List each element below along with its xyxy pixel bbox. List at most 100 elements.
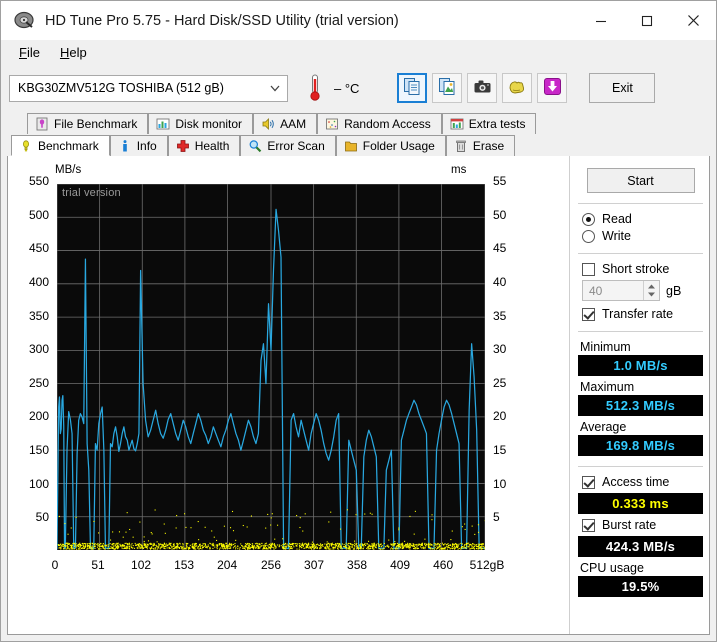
minimum-label: Minimum [580, 340, 631, 354]
x-tick-9: 460 [433, 558, 454, 572]
x-tick-4: 204 [217, 558, 238, 572]
burst-rate-value-box: 424.3 MB/s [578, 536, 703, 557]
y-tick-200: 200 [28, 409, 49, 424]
copy-image-button[interactable] [432, 73, 463, 103]
exit-button[interactable]: Exit [589, 73, 656, 103]
hdtune-window: HD Tune Pro 5.75 - Hard Disk/SSD Utility… [0, 0, 717, 642]
radio-write-label: Write [602, 229, 631, 243]
y2-tick-55: 55 [493, 174, 507, 188]
radio-read[interactable]: Read [582, 212, 703, 226]
maximize-button[interactable] [624, 1, 670, 40]
menu-help-rest: elp [69, 44, 87, 60]
divider-1 [578, 203, 703, 204]
tab-random-access[interactable]: Random Access [317, 113, 442, 134]
health-cross-icon [176, 139, 190, 153]
divider-4 [578, 466, 703, 467]
checkbox-access-time[interactable]: Access time [582, 475, 703, 489]
temperature-readout: – °C [334, 80, 360, 96]
checkbox-short-stroke[interactable]: Short stroke [582, 262, 703, 276]
minimum-value: 1.0 MB/s [613, 358, 668, 373]
divider-2 [578, 253, 703, 254]
tab-extra-tests-label: Extra tests [468, 117, 526, 131]
tab-extra-tests[interactable]: Extra tests [441, 113, 537, 134]
tab-benchmark[interactable]: Benchmark [11, 135, 110, 156]
drive-select-value: KBG30ZMV512G TOSHIBA (512 gB) [18, 81, 224, 95]
y-tick-550: 550 [28, 174, 49, 188]
transfer-rate-label: Transfer rate [602, 307, 674, 321]
window-title: HD Tune Pro 5.75 - Hard Disk/SSD Utility… [45, 12, 399, 29]
tab-erase-label: Erase [472, 139, 505, 153]
burst-rate-value: 424.3 MB/s [605, 539, 676, 554]
maximum-value: 512.3 MB/s [605, 398, 676, 413]
y2-tick-5: 5 [493, 510, 500, 525]
checkbox-transfer-rate[interactable]: Transfer rate [582, 307, 703, 321]
screenshot-button[interactable] [467, 73, 498, 103]
x-tick-1: 51 [91, 558, 105, 572]
access-time-value: 0.333 ms [612, 496, 669, 511]
magnifier-icon [248, 139, 262, 153]
x-tick-8: 409 [390, 558, 411, 572]
y-tick-100: 100 [28, 476, 49, 491]
drive-select[interactable]: KBG30ZMV512G TOSHIBA (512 gB) [9, 74, 288, 102]
access-time-value-box: 0.333 ms [578, 493, 703, 514]
title-bar: HD Tune Pro 5.75 - Hard Disk/SSD Utility… [1, 1, 716, 40]
y-tick-500: 500 [28, 207, 49, 222]
y2-tick-20: 20 [493, 409, 507, 424]
gloves-icon [508, 77, 527, 99]
radio-write[interactable]: Write [582, 229, 703, 243]
trial-watermark: trial version [62, 187, 121, 199]
checkbox-burst-rate[interactable]: Burst rate [582, 518, 703, 532]
menu-item-help[interactable]: Help [50, 42, 97, 63]
harddisk-icon [13, 11, 35, 31]
options-button[interactable] [502, 73, 533, 103]
menu-bar: File Help [1, 40, 716, 64]
menu-item-file[interactable]: File [9, 42, 50, 63]
tab-error-scan-label: Error Scan [267, 139, 325, 153]
y2-tick-30: 30 [493, 342, 507, 357]
tab-file-benchmark[interactable]: File Benchmark [27, 113, 149, 134]
y-tick-250: 250 [28, 375, 49, 390]
average-value-box: 169.8 MB/s [578, 435, 703, 456]
tab-aam[interactable]: AAM [253, 113, 318, 134]
y-axis-unit-label: MB/s [55, 164, 82, 176]
tab-bar: File Benchmark Disk monitor AAM Random A… [1, 112, 716, 156]
tab-info[interactable]: Info [109, 135, 168, 156]
start-button[interactable]: Start [586, 168, 695, 193]
y-tick-300: 300 [28, 342, 49, 357]
tab-random-access-label: Random Access [344, 117, 431, 131]
tab-disk-monitor[interactable]: Disk monitor [148, 113, 254, 134]
tab-folder-usage-label: Folder Usage [362, 139, 435, 153]
y-tick-400: 400 [28, 274, 49, 289]
random-access-icon [325, 117, 339, 131]
y2-tick-40: 40 [493, 274, 507, 289]
stepper-arrows-icon[interactable] [643, 281, 659, 300]
toolbar-buttons [397, 73, 568, 103]
copy-text-button[interactable] [397, 73, 428, 103]
x-tick-0: 0 [51, 558, 59, 572]
maximum-value-box: 512.3 MB/s [578, 395, 703, 416]
tab-erase[interactable]: Erase [445, 135, 516, 156]
average-value: 169.8 MB/s [605, 438, 676, 453]
camera-icon [473, 77, 492, 99]
download-arrow-icon [543, 77, 562, 99]
close-button[interactable] [670, 1, 716, 40]
y2-tick-45: 45 [493, 241, 507, 256]
minimize-button[interactable] [578, 1, 624, 40]
tab-row-lower: Benchmark Info Health Error Scan Folder … [7, 134, 710, 156]
tab-folder-usage[interactable]: Folder Usage [335, 135, 446, 156]
plot-svg [57, 184, 485, 550]
tab-error-scan[interactable]: Error Scan [240, 135, 336, 156]
chart-pane: MB/s ms 50 100 150 200 250 300 350 400 450 500 550… [8, 156, 569, 634]
exit-button-label: Exit [612, 81, 633, 95]
bulb-icon [19, 139, 33, 153]
access-time-label: Access time [602, 475, 670, 489]
save-button[interactable] [537, 73, 568, 103]
tab-health[interactable]: Health [167, 135, 241, 156]
tab-benchmark-label: Benchmark [38, 138, 99, 153]
tab-row-upper: File Benchmark Disk monitor AAM Random A… [7, 112, 710, 134]
toolbar: KBG30ZMV512G TOSHIBA (512 gB) – °C Exit [1, 64, 716, 112]
short-stroke-checkbox-indicator [582, 262, 595, 276]
divider-3 [578, 331, 703, 332]
short-stroke-stepper[interactable]: 40 [582, 280, 660, 301]
y-tick-50: 50 [35, 510, 49, 525]
